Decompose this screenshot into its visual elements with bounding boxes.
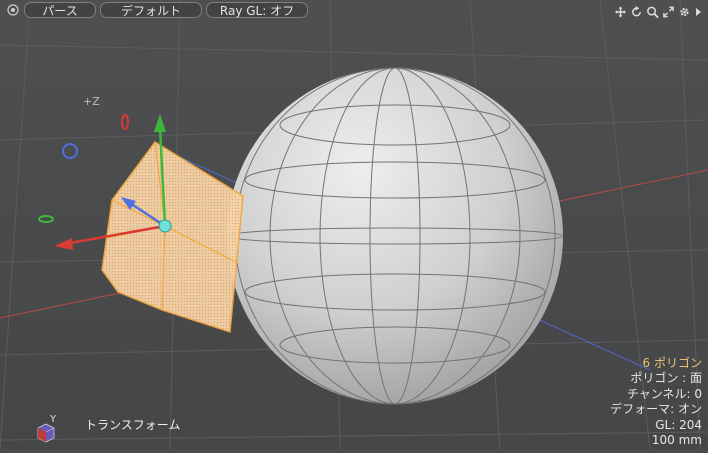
viewport-info-panel: 6 ポリゴン ポリゴン : 面 チャンネル: 0 デフォーマ: オン GL: 2… xyxy=(610,356,702,448)
settings-gear-icon[interactable] xyxy=(678,4,691,18)
maximize-view-icon[interactable] xyxy=(662,4,675,18)
polygon-mode: ポリゴン : 面 xyxy=(630,371,702,386)
polygon-count: 6 ポリゴン xyxy=(642,356,702,370)
grid-scale: 100 mm xyxy=(651,433,702,448)
3d-viewport[interactable]: +Z Y パース デフォルト Ray GL: オフ 6 ポリゴン ポリゴン: … xyxy=(0,0,708,450)
channel-count: チャンネル: 0 xyxy=(626,386,702,401)
expand-arrow-icon[interactable] xyxy=(694,4,702,18)
axis-z-label: +Z xyxy=(83,95,100,108)
zoom-view-icon[interactable] xyxy=(646,4,659,19)
perspective-view-button[interactable]: パース xyxy=(24,2,96,18)
corner-axis-y-label: Y xyxy=(50,414,57,425)
raygl-toggle-button[interactable]: Ray GL: オフ xyxy=(206,2,308,18)
corner-axis-indicator xyxy=(37,423,55,443)
scene-canvas[interactable] xyxy=(0,0,708,450)
move-view-icon[interactable] xyxy=(614,4,627,18)
viewport-menu-icon[interactable] xyxy=(7,4,19,16)
deformer-status: デフォーマ: オン xyxy=(610,402,702,417)
gl-count: GL: 204 xyxy=(655,417,702,432)
shading-default-button[interactable]: デフォルト xyxy=(100,2,202,18)
viewport-navigation-tools xyxy=(614,2,702,20)
gizmo-center-handle xyxy=(158,219,172,233)
rotate-view-icon[interactable] xyxy=(630,4,643,18)
active-tool-label: トランスフォーム xyxy=(85,418,181,432)
sphere-mesh[interactable] xyxy=(226,67,564,405)
viewport-toolbar: パース デフォルト Ray GL: オフ xyxy=(0,0,708,22)
